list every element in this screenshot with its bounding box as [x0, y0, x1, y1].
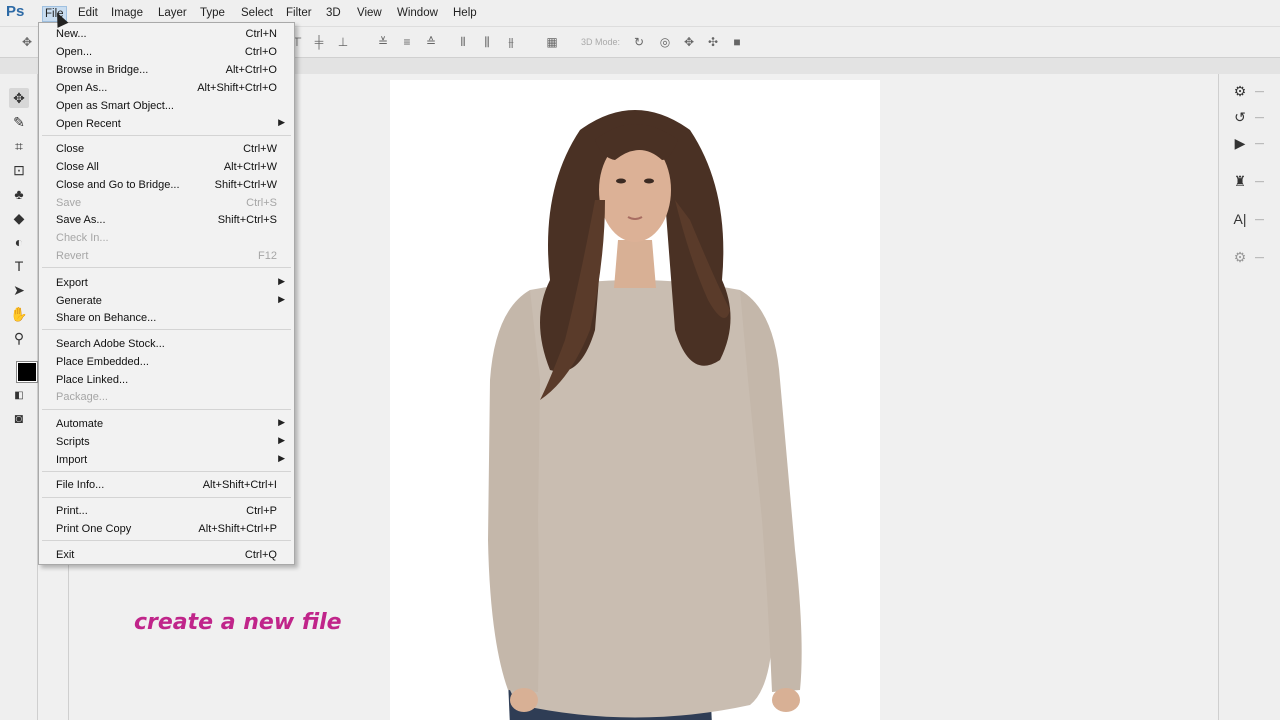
- menu-item-print-one-copy[interactable]: Print One Copy Alt+Shift+Ctrl+P: [39, 521, 294, 538]
- right-panel-dock: ⚙ — ↺ — ▶ — ♜ — A| — ⚙ —: [1218, 74, 1280, 720]
- submenu-arrow-icon: ▶: [278, 453, 285, 463]
- dock-expand-arrow-icon[interactable]: —: [1255, 138, 1264, 148]
- menu-separator: [42, 135, 291, 136]
- 3d-mode-label: 3D Mode:: [581, 37, 621, 47]
- distribute-left-icon[interactable]: ⫴: [456, 35, 470, 49]
- distribute-right-icon[interactable]: ⫵: [504, 35, 518, 49]
- move-tool-icon[interactable]: ✥: [20, 35, 34, 49]
- 3d-pan-icon[interactable]: ✥: [682, 35, 696, 49]
- menu-item-check-in: Check In...: [56, 232, 109, 244]
- 3d-slide-icon[interactable]: ✣: [706, 35, 720, 49]
- dock-expand-arrow-icon[interactable]: —: [1255, 214, 1264, 224]
- quick-selection-tool-icon[interactable]: ✎: [9, 112, 29, 132]
- submenu-arrow-icon: ▶: [278, 276, 285, 286]
- menu-item-file-info[interactable]: File Info... Alt+Shift+Ctrl+I: [39, 477, 294, 494]
- dock-expand-arrow-icon[interactable]: —: [1255, 86, 1264, 96]
- adjustments-panel-icon[interactable]: ↺: [1231, 108, 1249, 126]
- crop-tool-icon[interactable]: ⌗: [9, 136, 29, 156]
- foreground-color-swatch[interactable]: [16, 361, 38, 383]
- menu-item-generate[interactable]: Generate ▶: [39, 293, 294, 310]
- menu-item-package: Package...: [56, 391, 108, 403]
- zoom-tool-icon[interactable]: ⚲: [9, 328, 29, 348]
- type-tool-icon[interactable]: T: [9, 256, 29, 276]
- menu-3d[interactable]: 3D: [324, 6, 343, 22]
- menu-item-save-as[interactable]: Save As... Shift+Ctrl+S: [39, 212, 294, 229]
- align-vcenter-icon[interactable]: ╪: [312, 35, 326, 49]
- path-selection-tool-icon[interactable]: ➤: [9, 280, 29, 300]
- submenu-arrow-icon: ▶: [278, 294, 285, 304]
- menu-item-automate[interactable]: Automate ▶: [39, 416, 294, 433]
- file-menu-dropdown: New... Ctrl+N Open... Ctrl+O Browse in Bri…: [38, 22, 295, 565]
- 3d-scale-icon[interactable]: ■: [730, 35, 744, 49]
- menu-item-close-all[interactable]: Close All Alt+Ctrl+W: [39, 159, 294, 176]
- menu-item-close-and-go-to-bridge[interactable]: Close and Go to Bridge... Shift+Ctrl+W: [39, 177, 294, 194]
- menu-item-export[interactable]: Export ▶: [39, 275, 294, 292]
- menu-window[interactable]: Window: [395, 6, 440, 22]
- brush-panel-icon[interactable]: ♜: [1231, 172, 1249, 190]
- menu-separator: [42, 267, 291, 268]
- auto-align-icon[interactable]: ▦: [545, 35, 559, 49]
- align-bottom-icon[interactable]: ⊥: [336, 35, 350, 49]
- distribute-bottom-icon[interactable]: ≙: [424, 35, 438, 49]
- photoshop-logo: Ps: [6, 3, 25, 20]
- menu-layer[interactable]: Layer: [156, 6, 189, 22]
- 3d-panel-icon[interactable]: ⚙: [1231, 248, 1249, 266]
- menu-item-place-linked[interactable]: Place Linked...: [39, 372, 294, 389]
- menu-image[interactable]: Image: [109, 6, 145, 22]
- character-panel-icon[interactable]: A|: [1231, 210, 1249, 228]
- dodge-tool-icon[interactable]: ◐: [9, 232, 29, 252]
- menu-help[interactable]: Help: [451, 6, 479, 22]
- menu-item-close[interactable]: Close Ctrl+W: [39, 141, 294, 158]
- menu-type[interactable]: Type: [198, 6, 227, 22]
- distribute-top-icon[interactable]: ≚: [376, 35, 390, 49]
- menu-separator: [42, 497, 291, 498]
- menu-item-exit[interactable]: Exit Ctrl+Q: [39, 547, 294, 564]
- menu-item-open-recent[interactable]: Open Recent ▶: [39, 116, 294, 133]
- distribute-hcenter-icon[interactable]: ⫼: [480, 35, 494, 49]
- document-canvas[interactable]: [390, 80, 880, 720]
- default-colors-icon[interactable]: ◧: [9, 386, 29, 406]
- dock-expand-arrow-icon[interactable]: —: [1255, 112, 1264, 122]
- menu-item-place-embedded[interactable]: Place Embedded...: [39, 354, 294, 371]
- menu-item-save: Save Ctrl+S: [56, 197, 277, 209]
- menu-item-open-as[interactable]: Open As... Alt+Shift+Ctrl+O: [39, 80, 294, 97]
- hand-tool-icon[interactable]: ✋: [9, 304, 29, 324]
- menu-select[interactable]: Select: [239, 6, 275, 22]
- submenu-arrow-icon: ▶: [278, 417, 285, 427]
- stamp-tool-icon[interactable]: ♣: [9, 184, 29, 204]
- tools-panel: ✥ ✎ ⌗ ⊡ ♣ ◆ ◐ T ➤ ✋ ⚲ ◧ ◙: [0, 74, 38, 720]
- dock-expand-arrow-icon[interactable]: —: [1255, 176, 1264, 186]
- submenu-arrow-icon: ▶: [278, 435, 285, 445]
- actions-play-icon[interactable]: ▶: [1231, 134, 1249, 152]
- menu-edit[interactable]: Edit: [76, 6, 100, 22]
- submenu-arrow-icon: ▶: [278, 117, 285, 127]
- menu-item-open[interactable]: Open... Ctrl+O: [39, 44, 294, 61]
- menu-item-open-as-smart-object[interactable]: Open as Smart Object...: [39, 98, 294, 115]
- 3d-rotate-icon[interactable]: ↻: [632, 35, 646, 49]
- quick-mask-icon[interactable]: ◙: [9, 408, 29, 428]
- menu-item-share-on-behance[interactable]: Share on Behance...: [39, 310, 294, 327]
- dock-expand-arrow-icon[interactable]: —: [1255, 252, 1264, 262]
- model-photo: [488, 110, 802, 720]
- eraser-tool-icon[interactable]: ◆: [9, 208, 29, 228]
- menu-separator: [42, 471, 291, 472]
- menu-item-import[interactable]: Import ▶: [39, 452, 294, 469]
- menu-item-revert: Revert F12: [56, 250, 277, 262]
- menu-item-browse-in-bridge[interactable]: Browse in Bridge... Alt+Ctrl+O: [39, 62, 294, 79]
- menu-item-search-adobe-stock[interactable]: Search Adobe Stock...: [39, 336, 294, 353]
- menu-separator: [42, 329, 291, 330]
- distribute-vcenter-icon[interactable]: ≡: [400, 35, 414, 49]
- menu-filter[interactable]: Filter: [284, 6, 314, 22]
- menu-separator: [42, 540, 291, 541]
- menu-item-new[interactable]: New... Ctrl+N: [39, 26, 294, 43]
- 3d-roll-icon[interactable]: ◎: [658, 35, 672, 49]
- move-tool-icon[interactable]: ✥: [9, 88, 29, 108]
- tutorial-caption: create a new file: [134, 610, 342, 635]
- menu-item-print[interactable]: Print... Ctrl+P: [39, 503, 294, 520]
- menu-view[interactable]: View: [355, 6, 384, 22]
- menu-item-scripts[interactable]: Scripts ▶: [39, 434, 294, 451]
- frame-tool-icon[interactable]: ⊡: [9, 160, 29, 180]
- menu-separator: [42, 409, 291, 410]
- history-panel-icon[interactable]: ⚙: [1231, 82, 1249, 100]
